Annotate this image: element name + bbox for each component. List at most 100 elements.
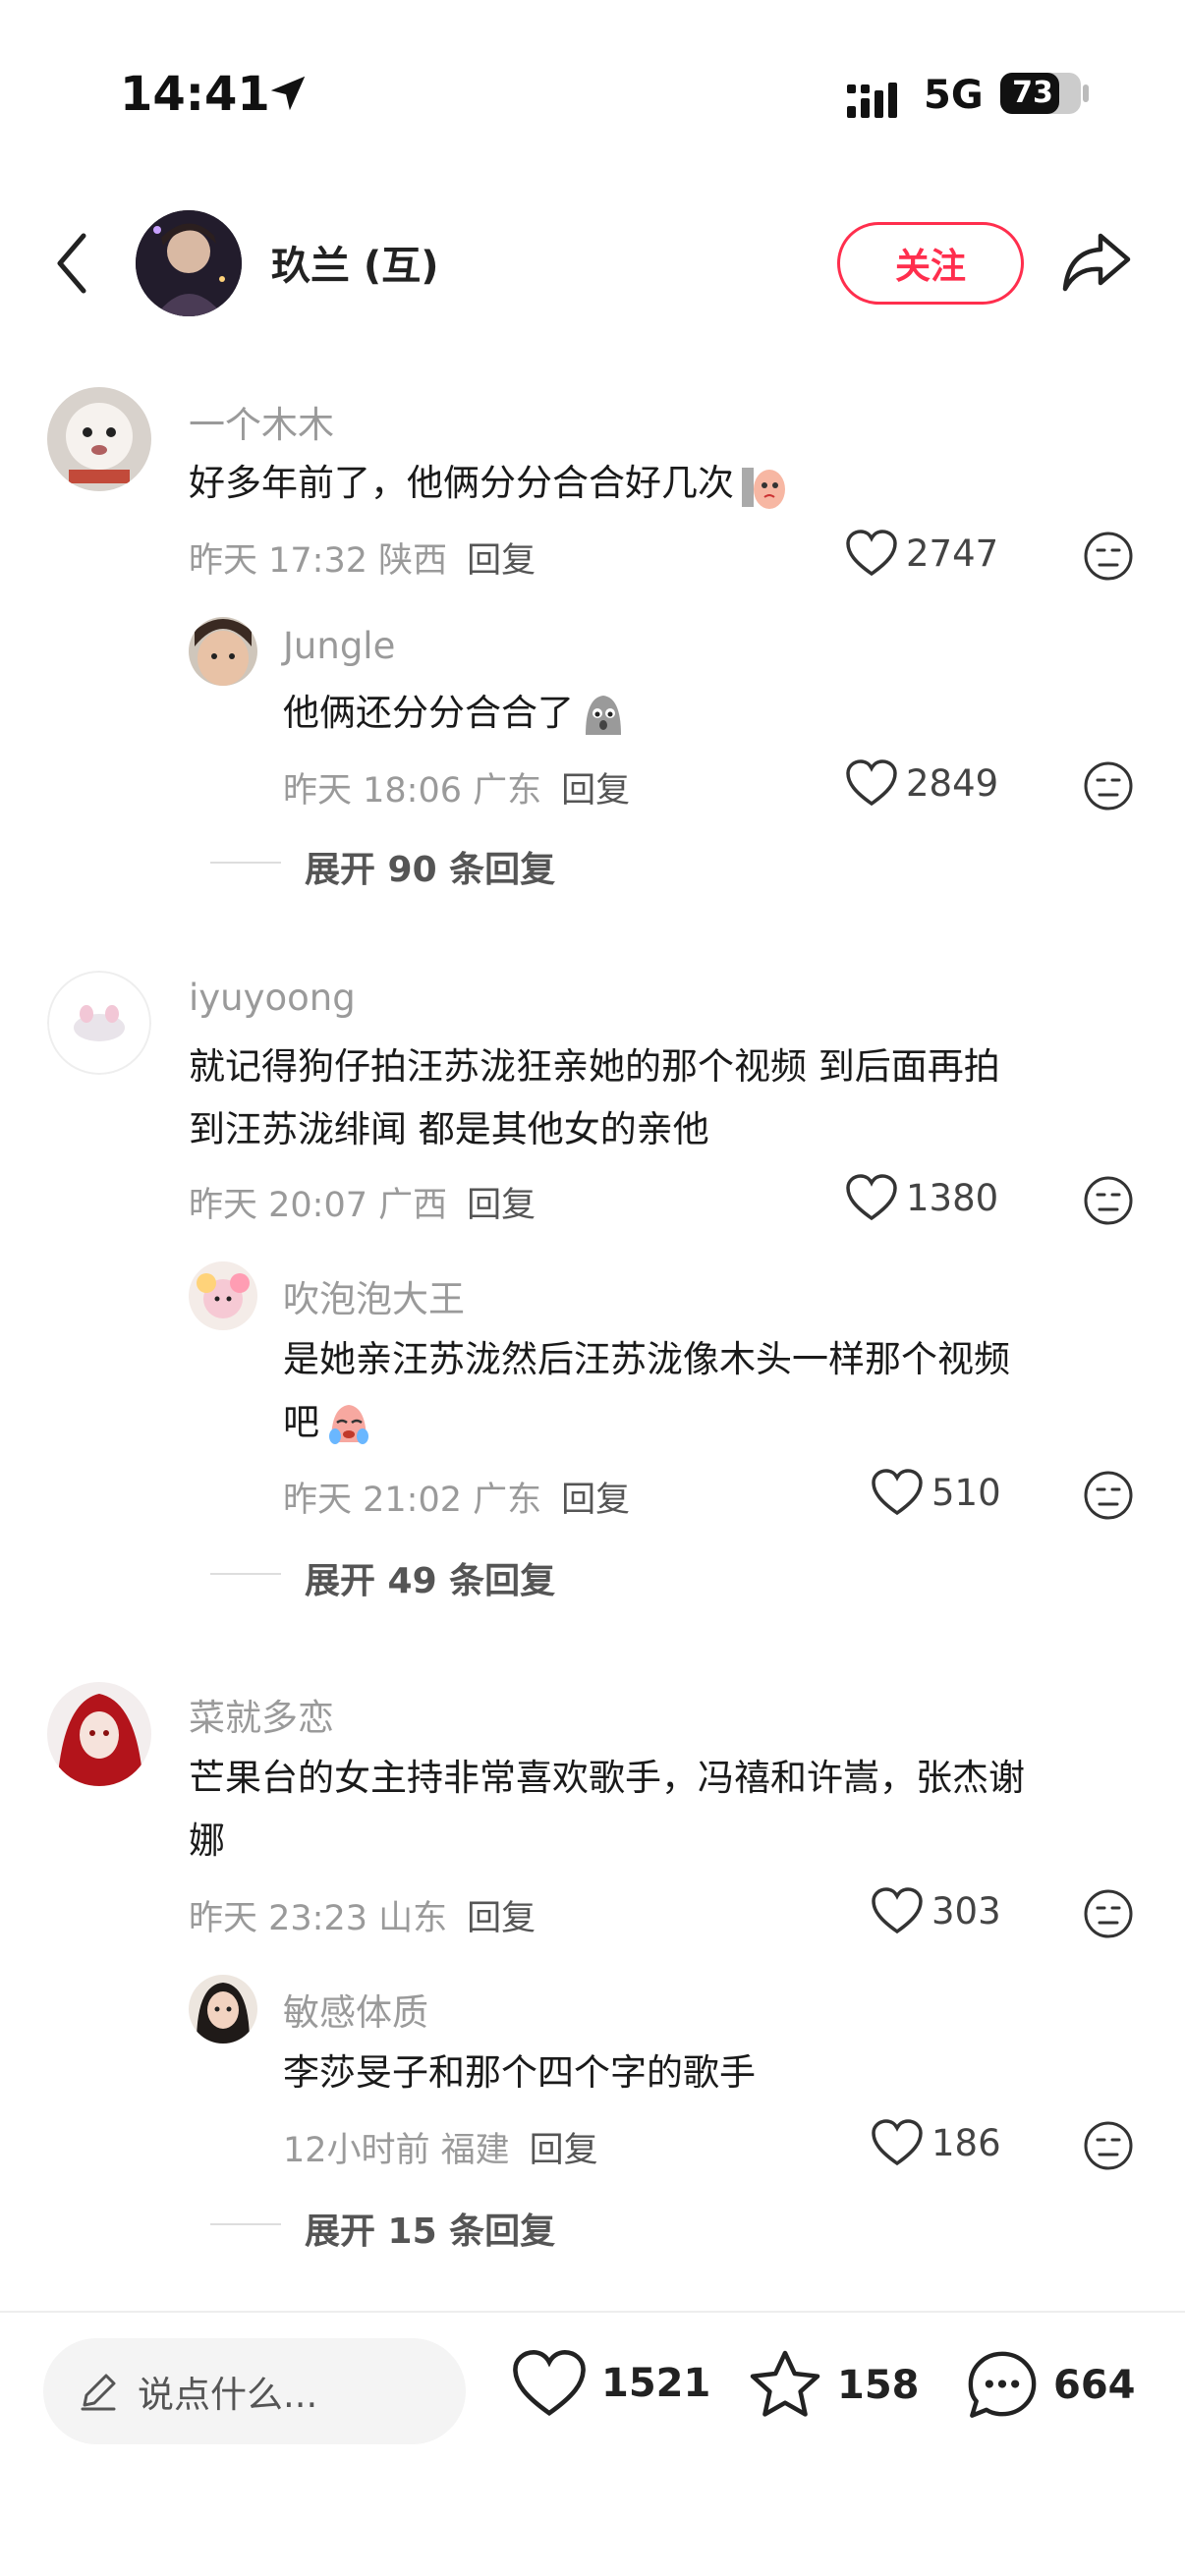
follow-button[interactable]: 关注 (837, 222, 1024, 305)
post-comment-button[interactable]: 664 (965, 2348, 1136, 2423)
like-button[interactable]: 510 (871, 1468, 1001, 1517)
like-button[interactable]: 2747 (845, 529, 998, 578)
reply-time-location: 昨天 18:06 广东 (283, 771, 542, 811)
heart-icon (872, 2119, 923, 2166)
like-button[interactable]: 186 (871, 2118, 1001, 2167)
avatar-image (189, 1975, 257, 2044)
post-favorite-button[interactable]: 158 (747, 2348, 920, 2423)
replier-avatar[interactable] (189, 1261, 257, 1330)
reply-text-content: 他俩还分分合合了 (283, 692, 574, 734)
comment-meta: 昨天 17:32 陕西 回复 (189, 532, 536, 583)
emoji-icon (586, 695, 621, 735)
like-count: 186 (931, 2121, 1001, 2164)
like-button[interactable]: 2849 (845, 758, 998, 808)
heart-icon (846, 1174, 897, 1221)
avatar-image (47, 1682, 151, 1786)
bottom-divider (0, 2311, 1185, 2313)
comment-meta: 昨天 23:23 山东 回复 (189, 1890, 536, 1940)
like-count: 2849 (906, 761, 999, 805)
like-count: 303 (931, 1889, 1001, 1932)
dislike-face-icon[interactable] (1083, 2120, 1134, 2171)
expand-divider (210, 1573, 281, 1575)
like-count: 2747 (906, 532, 999, 575)
reply-time-location: 12小时前 福建 (283, 2131, 510, 2170)
reply-button[interactable]: 回复 (561, 771, 630, 811)
battery-level: 73 (1012, 76, 1053, 110)
expand-replies-button[interactable]: 展开 15 条回复 (305, 2203, 555, 2254)
expand-replies-button[interactable]: 展开 90 条回复 (305, 841, 555, 892)
commenter-avatar[interactable] (47, 971, 151, 1075)
reply-text-line: 吧 (283, 1401, 319, 1443)
like-button[interactable]: 1380 (845, 1173, 998, 1222)
reply-text: 李莎旻子和那个四个字的歌手 (283, 2042, 756, 2104)
chevron-left-icon (57, 233, 86, 294)
commenter-name[interactable]: 菜就多恋 (189, 1688, 334, 1741)
heart-icon (846, 759, 897, 807)
heart-icon (513, 2350, 586, 2417)
reply-time-location: 昨天 21:02 广东 (283, 1481, 542, 1520)
reply-text-line: 是她亲汪苏泷然后汪苏泷像木头一样那个视频 (283, 1338, 1010, 1380)
reply-text-content: 李莎旻子和那个四个字的歌手 (283, 2051, 756, 2094)
comment-text-content: 好多年前了，他俩分分合合好几次 (189, 462, 734, 504)
commenter-avatar[interactable] (47, 387, 151, 491)
replier-name[interactable]: Jungle (283, 625, 395, 667)
commenter-name[interactable]: iyuyoong (189, 977, 356, 1019)
share-icon[interactable] (1061, 230, 1132, 297)
heart-icon (872, 1887, 923, 1934)
cellular-signal-icon (847, 83, 897, 118)
comment-time-location: 昨天 17:32 陕西 (189, 541, 448, 581)
comment-text-line: 娜 (189, 1820, 225, 1862)
expand-replies-button[interactable]: 展开 49 条回复 (305, 1552, 555, 1603)
comment-time-location: 昨天 23:23 山东 (189, 1899, 448, 1938)
commenter-avatar[interactable] (47, 1682, 151, 1786)
network-type: 5G (924, 73, 984, 118)
emoji-icon (742, 467, 785, 509)
replier-avatar[interactable] (189, 617, 257, 686)
author-name[interactable]: 玖兰 (互) (271, 234, 439, 291)
battery-cap (1083, 84, 1089, 102)
like-count: 1380 (906, 1176, 999, 1219)
reply-button[interactable]: 回复 (467, 1899, 536, 1938)
avatar-image (136, 210, 242, 316)
star-icon (750, 2350, 820, 2417)
expand-divider (210, 862, 281, 864)
commenter-name[interactable]: 一个木木 (189, 395, 334, 448)
avatar-image (47, 387, 151, 491)
location-arrow-icon (270, 76, 306, 111)
post-like-count: 1521 (601, 2361, 711, 2406)
reply-button[interactable]: 回复 (530, 2131, 598, 2170)
comment-meta: 昨天 20:07 广西 回复 (189, 1177, 536, 1227)
dislike-face-icon[interactable] (1083, 760, 1134, 812)
replier-name[interactable]: 敏感体质 (283, 1983, 428, 2036)
comment-input-placeholder: 说点什么... (138, 2374, 318, 2416)
author-avatar[interactable] (136, 210, 242, 316)
like-button[interactable]: 303 (871, 1886, 1001, 1935)
post-like-button[interactable]: 1521 (511, 2348, 710, 2419)
reply-button[interactable]: 回复 (467, 541, 536, 581)
dislike-face-icon[interactable] (1083, 1888, 1134, 1939)
comment-text: 就记得狗仔拍汪苏泷狂亲她的那个视频 到后面再拍 到汪苏泷绯闻 都是其他女的亲他 (189, 1036, 1000, 1161)
status-bar: 14:41 5G 73 (0, 0, 1185, 196)
avatar-image (189, 1261, 257, 1330)
dislike-face-icon[interactable] (1083, 531, 1134, 582)
battery-icon: 73 (1000, 73, 1081, 114)
replier-name[interactable]: 吹泡泡大王 (283, 1269, 465, 1322)
comment-text-line: 芒果台的女主持非常喜欢歌手，冯禧和许嵩，张杰谢 (189, 1757, 1025, 1799)
dislike-face-icon[interactable] (1083, 1175, 1134, 1226)
status-time: 14:41 (120, 67, 270, 122)
reply-button[interactable]: 回复 (561, 1481, 630, 1520)
comment-time-location: 昨天 20:07 广西 (189, 1186, 448, 1225)
expand-divider (210, 2223, 281, 2225)
crying-emoji-icon (329, 1404, 368, 1444)
back-button[interactable] (47, 226, 96, 301)
reply-meta: 12小时前 福建 回复 (283, 2122, 598, 2172)
comment-text: 芒果台的女主持非常喜欢歌手，冯禧和许嵩，张杰谢 娜 (189, 1747, 1025, 1873)
dislike-face-icon[interactable] (1083, 1470, 1134, 1521)
replier-avatar[interactable] (189, 1975, 257, 2044)
comment-text-line: 到汪苏泷绯闻 都是其他女的亲他 (189, 1108, 709, 1150)
reply-button[interactable]: 回复 (467, 1186, 536, 1225)
comment-input[interactable]: 说点什么... (43, 2338, 466, 2444)
post-header: 玖兰 (互) 关注 (0, 196, 1185, 330)
reply-text: 他俩还分分合合了 (283, 682, 629, 745)
comment-bubble-icon (968, 2351, 1037, 2418)
